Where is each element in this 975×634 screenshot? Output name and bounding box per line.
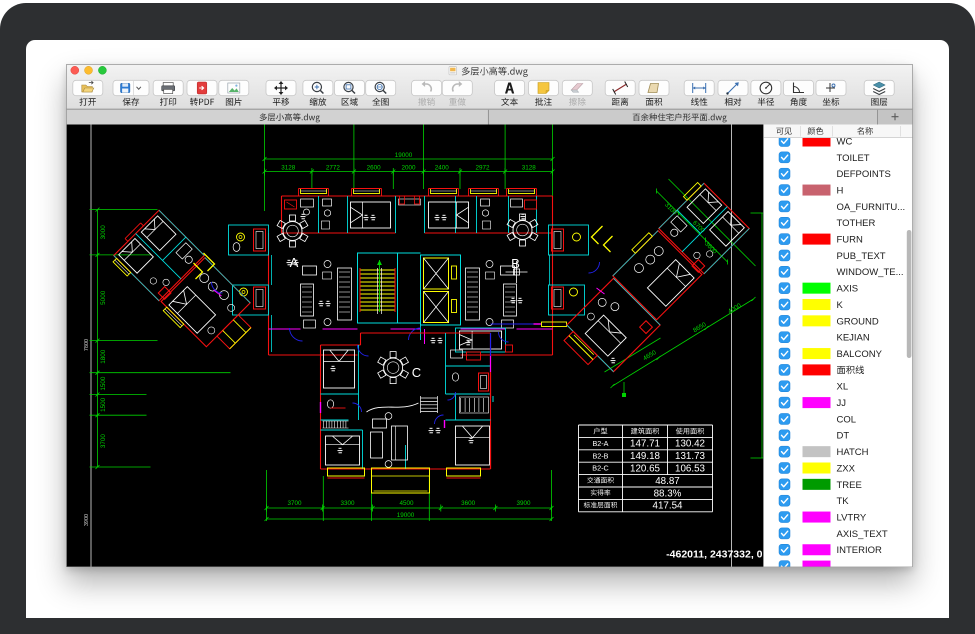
- svg-text:GROUND: GROUND: [836, 316, 878, 327]
- svg-text:HATCH: HATCH: [836, 447, 868, 458]
- svg-text:130.42: 130.42: [675, 439, 705, 450]
- svg-text:131.73: 131.73: [675, 451, 706, 462]
- svg-text:XL: XL: [836, 382, 848, 393]
- svg-text:5000: 5000: [100, 290, 107, 305]
- svg-text:-462011, 2437332, 0: -462011, 2437332, 0: [666, 549, 763, 561]
- svg-text:WC: WC: [836, 136, 852, 147]
- svg-text:19000: 19000: [394, 152, 412, 159]
- svg-text:1800: 1800: [100, 349, 107, 364]
- svg-text:3600: 3600: [461, 500, 476, 507]
- svg-text:3128: 3128: [521, 165, 536, 172]
- svg-text:TOILET: TOILET: [836, 153, 869, 164]
- svg-text:ZXX: ZXX: [836, 463, 855, 474]
- svg-text:2400: 2400: [434, 165, 449, 172]
- svg-text:DT: DT: [836, 431, 849, 442]
- svg-text:OA_FURNITU...: OA_FURNITU...: [836, 202, 905, 213]
- svg-text:TK: TK: [836, 496, 849, 507]
- svg-text:19000: 19000: [396, 512, 414, 519]
- svg-text:WINDOW_TE...: WINDOW_TE...: [836, 267, 903, 278]
- svg-text:TREE: TREE: [836, 480, 861, 491]
- svg-text:417.54: 417.54: [652, 501, 683, 512]
- svg-text:PUB_TEXT: PUB_TEXT: [836, 251, 885, 262]
- svg-text:H: H: [836, 185, 843, 196]
- svg-text:120.65: 120.65: [630, 464, 661, 475]
- svg-text:FURN: FURN: [836, 235, 863, 246]
- svg-text:DEFPOINTS: DEFPOINTS: [836, 169, 890, 180]
- svg-text:149.18: 149.18: [630, 451, 661, 462]
- svg-text:INTERIOR: INTERIOR: [836, 545, 882, 556]
- svg-text:3700: 3700: [287, 500, 302, 507]
- svg-text:TOTHER: TOTHER: [836, 218, 875, 229]
- svg-text:2772: 2772: [325, 165, 340, 172]
- svg-text:2600: 2600: [366, 165, 381, 172]
- svg-text:147.71: 147.71: [630, 439, 660, 450]
- svg-text:2000: 2000: [401, 165, 416, 172]
- svg-text:3900: 3900: [84, 514, 90, 526]
- svg-text:3300: 3300: [340, 500, 355, 507]
- svg-text:KEJIAN: KEJIAN: [836, 333, 869, 344]
- svg-text:3900: 3900: [516, 500, 531, 507]
- svg-text:AXIS_TEXT: AXIS_TEXT: [836, 529, 887, 540]
- svg-text:4500: 4500: [399, 500, 414, 507]
- svg-text:1500: 1500: [100, 397, 107, 412]
- svg-text:1500: 1500: [100, 376, 107, 391]
- svg-text:LVTRY: LVTRY: [836, 512, 866, 523]
- svg-text:K: K: [836, 300, 843, 311]
- svg-text:B2-C: B2-C: [592, 464, 608, 473]
- svg-text:BALCONY: BALCONY: [836, 349, 882, 360]
- svg-text:7800: 7800: [84, 339, 90, 351]
- svg-text:48.87: 48.87: [655, 476, 680, 487]
- svg-text:3128: 3128: [281, 165, 296, 172]
- svg-text:3000: 3000: [100, 225, 107, 240]
- svg-text:C: C: [411, 365, 420, 380]
- svg-text:106.53: 106.53: [675, 464, 706, 475]
- svg-text:B2-A: B2-A: [592, 439, 608, 448]
- svg-text:3700: 3700: [100, 434, 107, 449]
- svg-text:B2-B: B2-B: [592, 451, 608, 460]
- svg-text:JJ: JJ: [836, 398, 846, 409]
- svg-text:88.3%: 88.3%: [653, 488, 681, 499]
- svg-text:COL: COL: [836, 414, 856, 425]
- svg-text:2972: 2972: [475, 165, 490, 172]
- svg-text:AXIS: AXIS: [836, 284, 858, 295]
